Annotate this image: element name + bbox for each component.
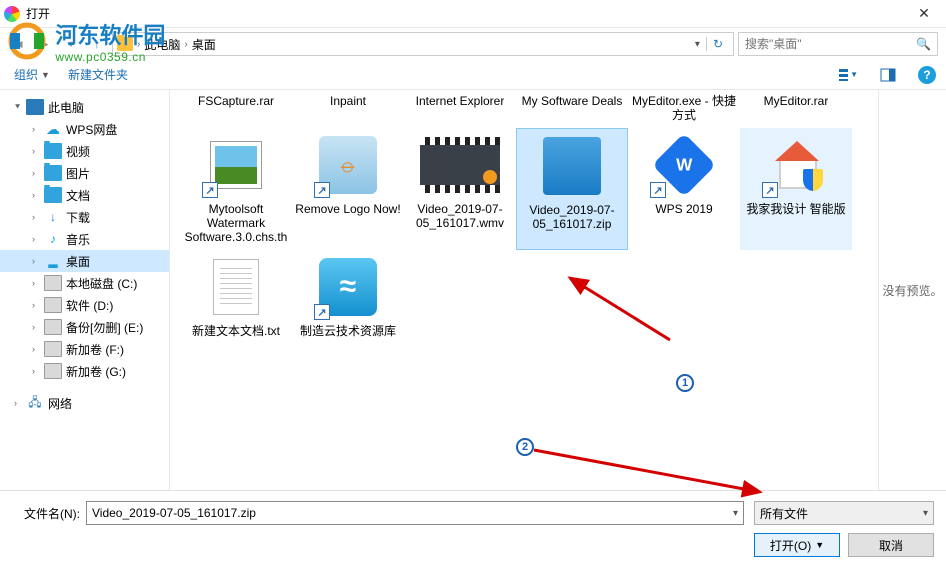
sidebar-item-diskc[interactable]: ›本地磁盘 (C:) [0,272,169,294]
file-grid: FSCapture.rar Inpaint Internet Explorer … [170,90,878,490]
shortcut-icon: ↗ [650,182,666,198]
file-item[interactable]: My Software Deals [516,94,628,128]
sidebar-item-diskg[interactable]: ›新加卷 (G:) [0,360,169,382]
sidebar-item-wps[interactable]: ›☁WPS网盘 [0,118,169,140]
refresh-button[interactable]: ↻ [706,37,729,51]
file-item-selected[interactable]: Video_2019-07-05_161017.zip [516,128,628,250]
sidebar-item-music[interactable]: ›♪音乐 [0,228,169,250]
sidebar-item-diskd[interactable]: ›软件 (D:) [0,294,169,316]
view-list-button[interactable]: ▼ [838,65,858,85]
file-type-combo[interactable]: 所有文件▾ [754,501,934,525]
shortcut-icon: ↗ [314,182,330,198]
sidebar-item-pc[interactable]: ⯆此电脑 [0,96,169,118]
search-box[interactable]: 🔍 [738,32,938,56]
annotation-badge-1: 1 [676,374,694,392]
footer: 文件名(N): Video_2019-07-05_161017.zip▾ 所有文… [0,490,946,569]
filename-label: 文件名(N): [12,505,80,522]
file-item[interactable]: ≈↗制造云技术资源库 [292,250,404,344]
file-item[interactable]: MyEditor.rar [740,94,852,128]
file-item[interactable]: 新建文本文档.txt [180,250,292,344]
preview-pane: 没有预览。 [878,90,946,490]
new-folder-button[interactable]: 新建文件夹 [68,66,128,83]
annotation-badge-2: 2 [516,438,534,456]
folder-icon [117,37,133,51]
titlebar: 打开 ✕ [0,0,946,28]
open-button[interactable]: 打开(O)▼ [754,533,840,557]
file-item[interactable]: W↗WPS 2019 [628,128,740,250]
preview-pane-button[interactable] [878,65,898,85]
nav-up-button[interactable]: ↑ [86,33,108,55]
nav-row: ◄ ► ▼ ↑ › 此电脑 › 桌面 ▾ ↻ 🔍 [0,28,946,60]
file-item[interactable]: ⦵↗Remove Logo Now! [292,128,404,250]
sidebar-item-downloads[interactable]: ›↓下载 [0,206,169,228]
sidebar-item-video[interactable]: ›视频 [0,140,169,162]
nav-dropdown-button[interactable]: ▼ [60,33,82,55]
sidebar-item-network[interactable]: ›🖧网络 [0,392,169,414]
nav-forward-button: ► [34,33,56,55]
file-item[interactable]: MyEditor.exe - 快捷方式 [628,94,740,128]
close-button[interactable]: ✕ [906,0,942,28]
file-item[interactable]: FSCapture.rar [180,94,292,128]
breadcrumb[interactable]: › 此电脑 › 桌面 ▾ ↻ [112,32,734,56]
shortcut-icon: ↗ [762,182,778,198]
chevron-down-icon[interactable]: ▾ [691,39,704,50]
organize-button[interactable]: 组织▼ [14,66,50,83]
help-button[interactable]: ? [918,66,936,84]
file-item[interactable]: Inpaint [292,94,404,128]
breadcrumb-seg[interactable]: 桌面 [192,36,216,53]
search-icon[interactable]: 🔍 [916,37,931,51]
window-title: 打开 [26,5,50,22]
shortcut-icon: ↗ [202,182,218,198]
shortcut-icon: ↗ [314,304,330,320]
app-icon [4,6,20,22]
toolbar: 组织▼ 新建文件夹 ▼ ? [0,60,946,90]
chevron-right-icon: › [137,39,140,50]
search-input[interactable] [745,37,916,51]
cancel-button[interactable]: 取消 [848,533,934,557]
sidebar-item-documents[interactable]: ›文档 [0,184,169,206]
file-item[interactable]: Video_2019-07-05_161017.wmv [404,128,516,250]
nav-back-button[interactable]: ◄ [8,33,30,55]
sidebar: ⯆此电脑 ›☁WPS网盘 ›视频 ›图片 ›文档 ›↓下载 ›♪音乐 ›▂桌面 … [0,90,170,490]
sidebar-item-pictures[interactable]: ›图片 [0,162,169,184]
sidebar-item-diske[interactable]: ›备份[勿删] (E:) [0,316,169,338]
file-item[interactable]: ↗我家我设计 智能版 [740,128,852,250]
filename-input[interactable]: Video_2019-07-05_161017.zip▾ [86,501,744,525]
sidebar-item-diskf[interactable]: ›新加卷 (F:) [0,338,169,360]
breadcrumb-seg[interactable]: 此电脑 [144,36,180,53]
chevron-right-icon: › [184,39,187,50]
file-item[interactable]: ↗Mytoolsoft Watermark Software.3.0.chs.t… [180,128,292,250]
sidebar-item-desktop[interactable]: ›▂桌面 [0,250,169,272]
file-item[interactable]: Internet Explorer [404,94,516,128]
